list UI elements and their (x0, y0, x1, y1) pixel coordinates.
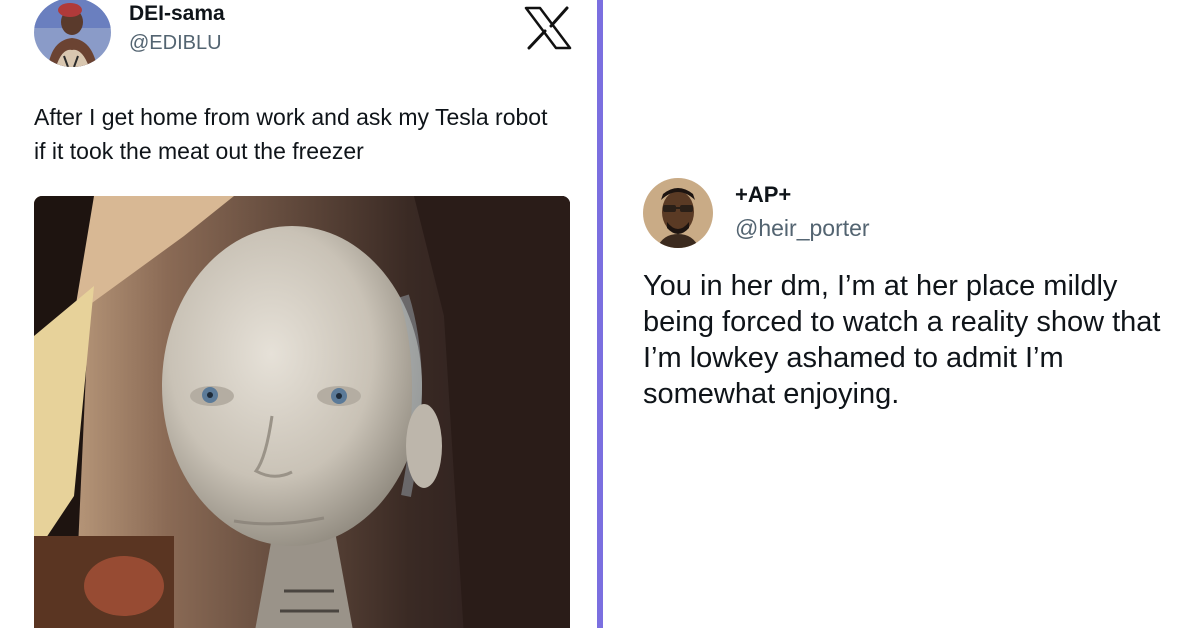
author-name[interactable]: +AP+ (735, 182, 791, 208)
tweet-text: You in her dm, I’m at her place mildly b… (643, 270, 1161, 410)
tweet-text: After I get home from work and ask my Te… (34, 104, 548, 164)
tweet-media-image[interactable] (34, 196, 570, 628)
left-tweet-card: DEI-sama @EDIBLU After I get home from w… (0, 0, 597, 628)
author-name[interactable]: DEI-sama (129, 2, 225, 26)
author-handle[interactable]: @EDIBLU (129, 32, 222, 55)
author-handle[interactable]: @heir_porter (735, 215, 870, 242)
avatar[interactable] (643, 178, 713, 248)
x-logo-icon[interactable] (524, 6, 572, 50)
avatar[interactable] (34, 0, 111, 67)
right-tweet-card: +AP+ @heir_porter You in her dm, I’m at … (603, 0, 1200, 628)
